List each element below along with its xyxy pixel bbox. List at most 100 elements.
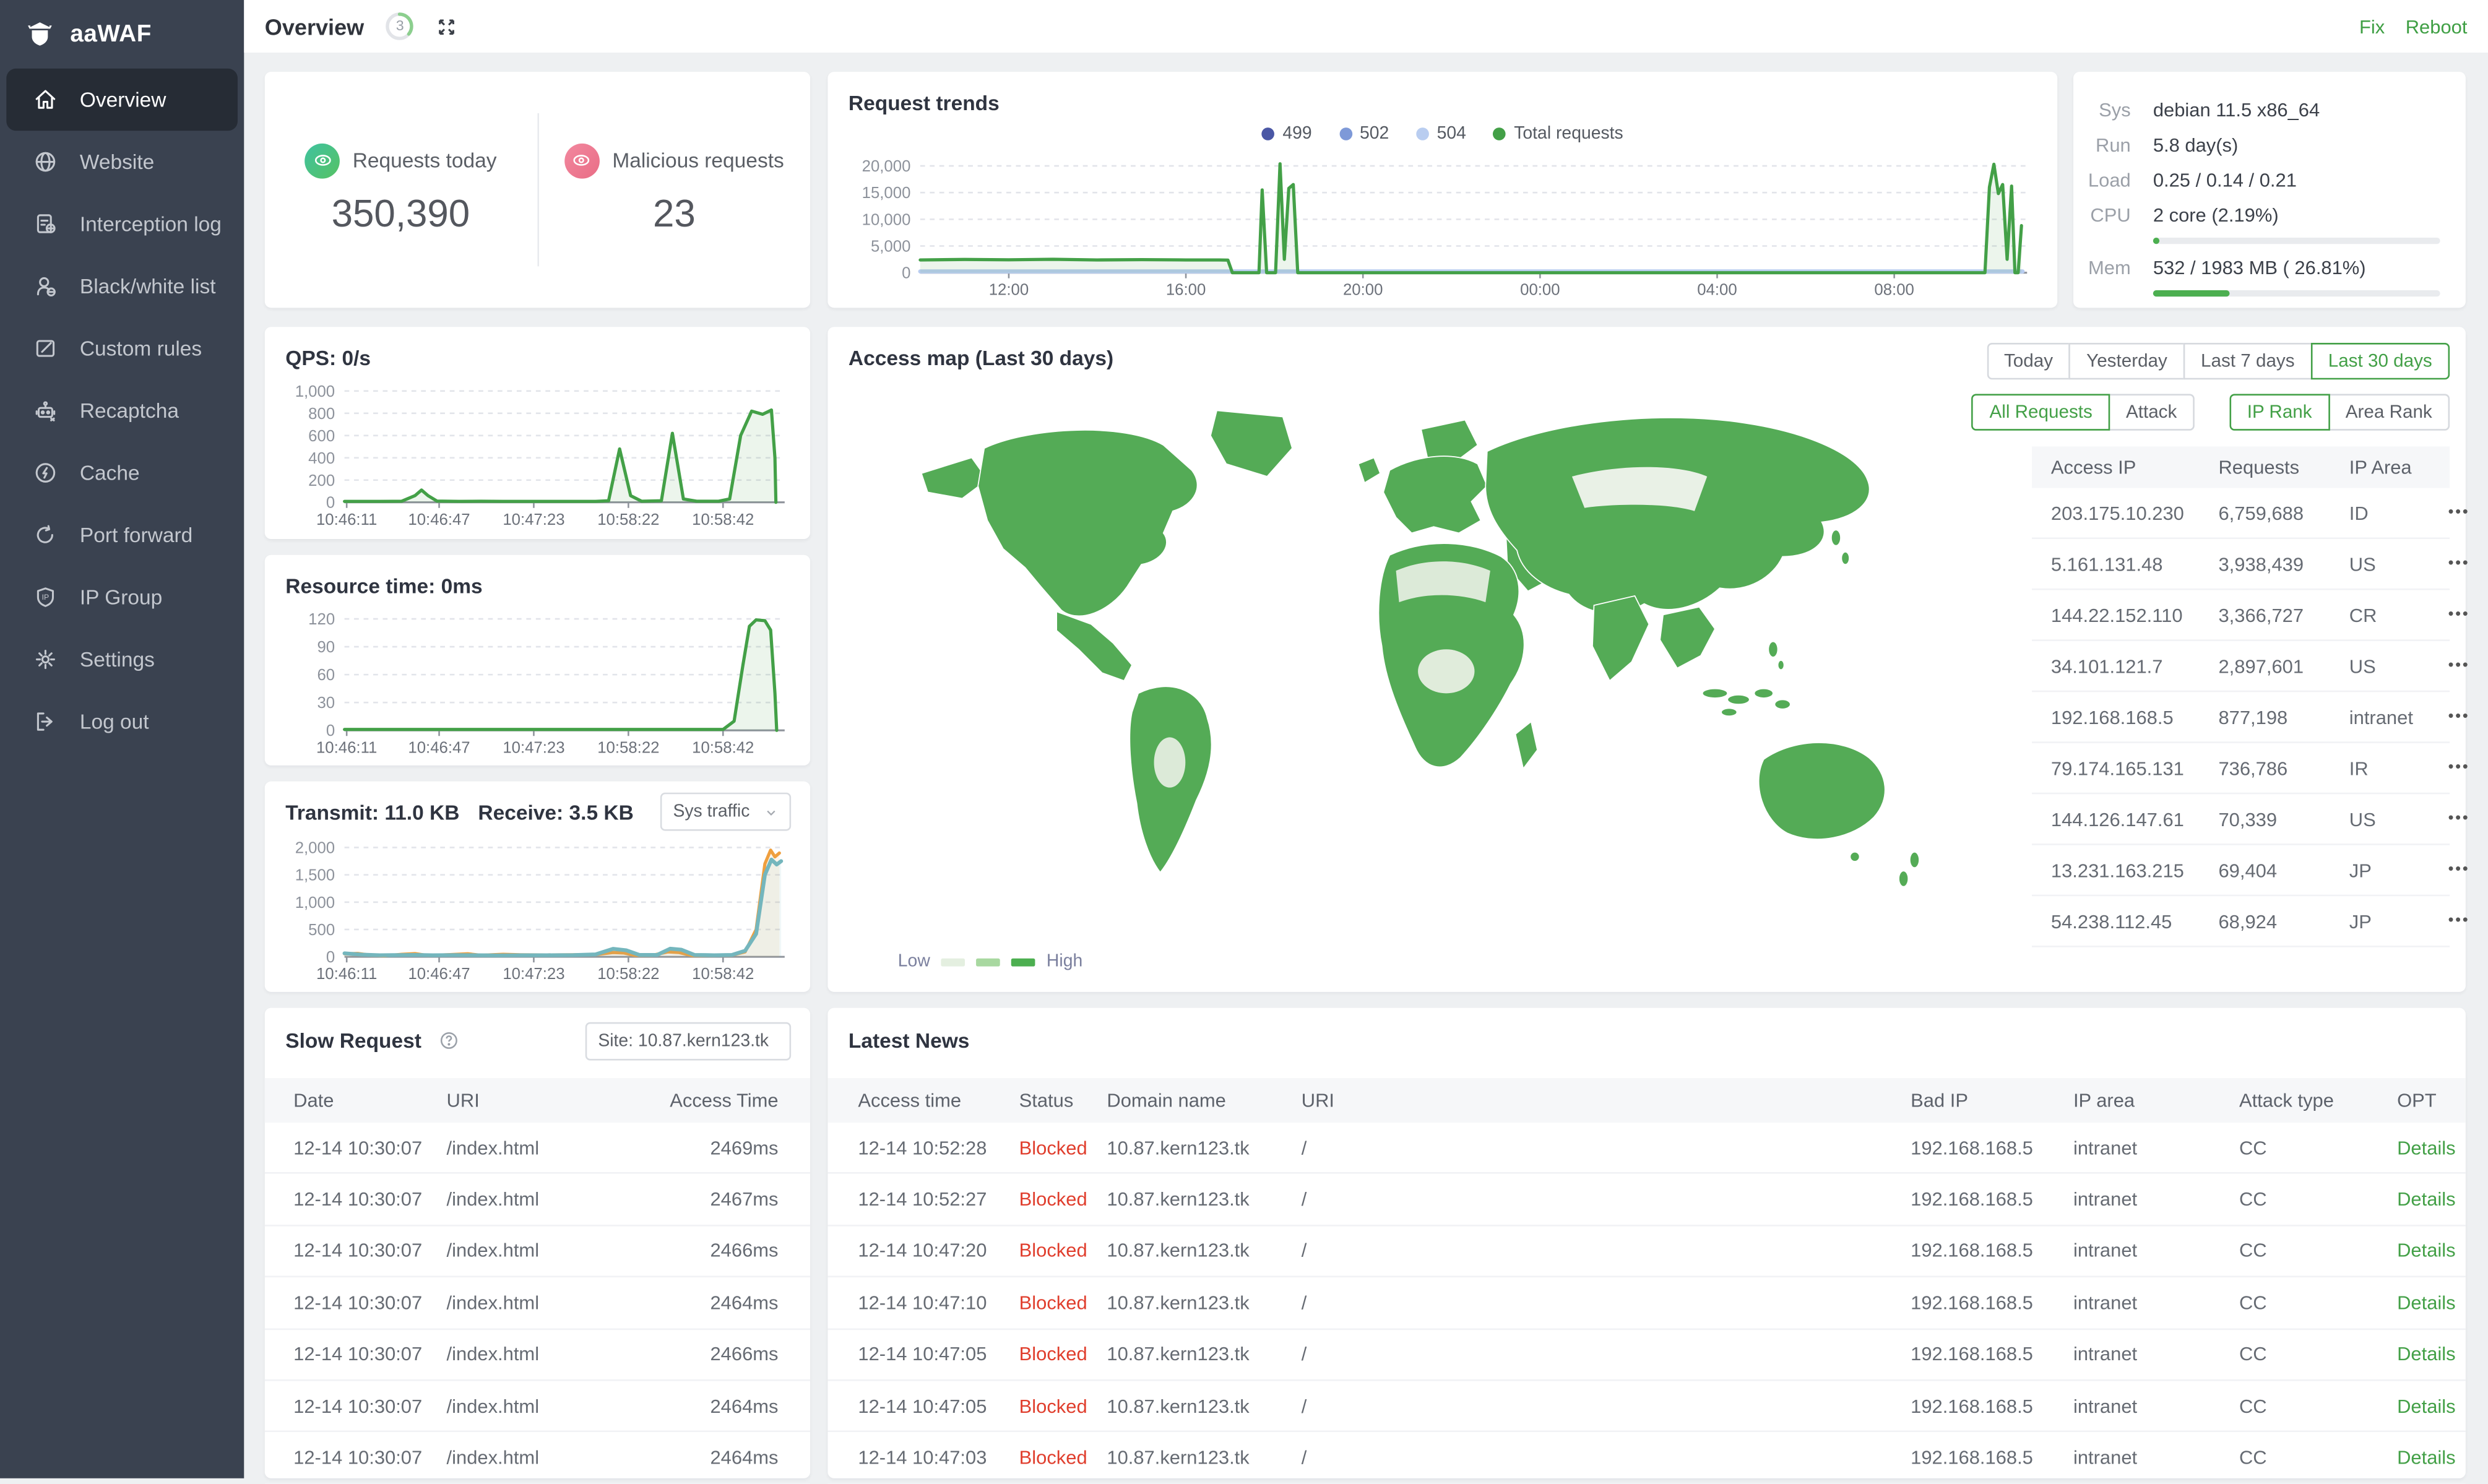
site-select[interactable]: Site: 10.87.kern123.tk (585, 1022, 791, 1061)
scope-tab-attack[interactable]: Attack (2109, 394, 2195, 430)
help-icon[interactable] (438, 1030, 459, 1051)
svg-text:0: 0 (902, 265, 910, 282)
rank-tab-area-rank[interactable]: Area Rank (2328, 394, 2450, 430)
sidebar-item-custom-rules[interactable]: Custom rules (6, 317, 238, 379)
scope-tab-all-requests[interactable]: All Requests (1972, 394, 2110, 430)
details-link[interactable]: Details (2397, 1343, 2456, 1365)
slow-access-time: 2464ms (638, 1395, 779, 1417)
row-menu-icon[interactable]: ••• (2448, 606, 2471, 623)
news-ip-area: intranet (2073, 1343, 2239, 1365)
slow-request-row: 12-14 10:30:07/index.html2464ms (265, 1381, 810, 1432)
slow-uri: /index.html (447, 1137, 638, 1159)
reboot-link[interactable]: Reboot (2406, 15, 2468, 37)
row-menu-icon[interactable]: ••• (2448, 657, 2471, 675)
svg-text:200: 200 (308, 472, 335, 490)
details-link[interactable]: Details (2397, 1395, 2456, 1417)
details-link[interactable]: Details (2397, 1137, 2456, 1159)
column-header-access-time: Access Time (638, 1089, 779, 1111)
requests-count: 70,339 (2218, 808, 2349, 830)
malicious-requests-label: Malicious requests (612, 149, 784, 173)
sidebar-item-overview[interactable]: Overview (6, 69, 238, 131)
news-uri: / (1302, 1292, 1911, 1314)
row-menu-icon[interactable]: ••• (2448, 912, 2471, 930)
range-tab-today[interactable]: Today (1987, 343, 2071, 379)
sidebar-item-website[interactable]: Website (6, 131, 238, 192)
app-name: aaWAF (70, 20, 151, 47)
sidebar-item-settings[interactable]: Settings (6, 628, 238, 690)
details-link[interactable]: Details (2397, 1188, 2456, 1210)
legend-item-total-requests[interactable]: Total requests (1493, 124, 1623, 144)
legend-item-504[interactable]: 504 (1416, 124, 1466, 144)
row-menu-icon[interactable]: ••• (2448, 861, 2471, 879)
legend-item-499[interactable]: 499 (1262, 124, 1312, 144)
sidebar-item-port-forward[interactable]: Port forward (6, 504, 238, 566)
refresh-countdown-badge[interactable]: 3 (385, 11, 415, 41)
slow-date: 12-14 10:30:07 (293, 1343, 446, 1365)
sys-value: 5.8 day(s) (2153, 127, 2239, 163)
latest-news-row: 12-14 10:47:05Blocked10.87.kern123.tk/19… (827, 1381, 2465, 1432)
details-link[interactable]: Details (2397, 1446, 2456, 1469)
ip-table-row: 192.168.168.5877,198intranet••• (2032, 692, 2450, 743)
legend-item-502[interactable]: 502 (1339, 124, 1389, 144)
ip-table-row: 79.174.165.131736,786IR••• (2032, 743, 2450, 794)
range-tab-last-30-days[interactable]: Last 30 days (2310, 343, 2450, 379)
row-menu-icon[interactable]: ••• (2448, 504, 2471, 521)
access-ip: 13.231.163.215 (2051, 859, 2219, 881)
news-ip-area: intranet (2073, 1137, 2239, 1159)
access-ip: 203.175.10.230 (2051, 501, 2219, 524)
slow-request-row: 12-14 10:30:07/index.html2464ms (265, 1433, 810, 1484)
sidebar-item-ip-group[interactable]: IPIP Group (6, 566, 238, 628)
requests-count: 3,366,727 (2218, 603, 2349, 626)
sidebar-item-cache[interactable]: Cache (6, 442, 238, 504)
news-bad-ip: 192.168.168.5 (1911, 1343, 2073, 1365)
mem-usage-bar (2153, 290, 2440, 296)
access-ip: 144.126.147.61 (2051, 808, 2219, 830)
fullscreen-icon[interactable] (436, 15, 458, 37)
slow-date: 12-14 10:30:07 (293, 1395, 446, 1417)
row-menu-icon[interactable]: ••• (2448, 810, 2471, 827)
access-ip: 192.168.168.5 (2051, 705, 2219, 728)
news-attack-type: CC (2239, 1137, 2397, 1159)
row-menu-icon[interactable]: ••• (2448, 759, 2471, 777)
details-link[interactable]: Details (2397, 1292, 2456, 1314)
ip-table-row: 144.22.152.1103,366,727CR••• (2032, 590, 2450, 641)
traffic-type-select[interactable]: Sys traffic (660, 793, 791, 831)
row-menu-icon[interactable]: ••• (2448, 708, 2471, 725)
svg-text:30: 30 (317, 694, 335, 712)
rank-tab-ip-rank[interactable]: IP Rank (2229, 394, 2330, 430)
range-tab-last-7-days[interactable]: Last 7 days (2183, 343, 2312, 379)
sidebar-item-interception-log[interactable]: Interception log (6, 193, 238, 255)
news-time: 12-14 10:47:03 (858, 1446, 1019, 1469)
date-range-tabs: TodayYesterdayLast 7 daysLast 30 days (2032, 343, 2450, 379)
svg-text:400: 400 (308, 450, 335, 467)
column-header-attack-type: Attack type (2239, 1089, 2397, 1111)
details-link[interactable]: Details (2397, 1240, 2456, 1262)
sidebar-item-label: Overview (80, 88, 166, 112)
slow-request-row: 12-14 10:30:07/index.html2467ms (265, 1175, 810, 1226)
svg-text:10:47:23: 10:47:23 (503, 965, 564, 983)
svg-text:0: 0 (326, 949, 335, 966)
fix-link[interactable]: Fix (2359, 15, 2385, 37)
sys-value: 0.25 / 0.14 / 0.21 (2153, 163, 2297, 198)
slow-request-title: Slow Request (285, 1029, 459, 1053)
svg-text:08:00: 08:00 (1874, 282, 1914, 299)
sidebar-item-label: Settings (80, 647, 155, 671)
cpu-usage-bar (2153, 238, 2440, 244)
legend-high-label: High (1047, 952, 1082, 971)
page-title: Overview (265, 14, 364, 39)
sidebar-item-label: Black/white list (80, 274, 216, 298)
column-header-uri: URI (447, 1089, 638, 1111)
access-ip: 79.174.165.131 (2051, 757, 2219, 779)
sidebar-item-black-white-list[interactable]: Black/white list (6, 255, 238, 317)
gear-icon (32, 646, 59, 673)
requests-eye-icon (305, 143, 340, 178)
svg-text:0: 0 (326, 722, 335, 740)
sidebar-item-recaptcha[interactable]: Recaptcha (6, 379, 238, 441)
row-menu-icon[interactable]: ••• (2448, 555, 2471, 572)
slow-request-row: 12-14 10:30:07/index.html2469ms (265, 1123, 810, 1174)
svg-text:10:46:11: 10:46:11 (316, 739, 377, 756)
sidebar-item-log-out[interactable]: Log out (6, 691, 238, 753)
home-icon (32, 86, 59, 113)
slow-uri: /index.html (447, 1292, 638, 1314)
range-tab-yesterday[interactable]: Yesterday (2069, 343, 2185, 379)
